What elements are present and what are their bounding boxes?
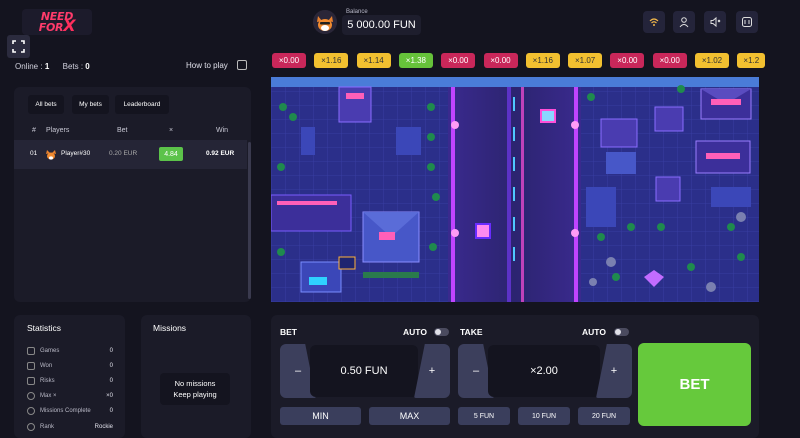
- row-num: 01: [30, 150, 38, 157]
- stat-max: Max × ×0: [27, 391, 113, 401]
- history-chip: ×0.00: [272, 53, 306, 68]
- user-icon: [679, 17, 689, 28]
- bet-amount-input[interactable]: 0.50 FUN: [310, 345, 418, 397]
- fullscreen-icon: [12, 40, 25, 53]
- min-button[interactable]: MIN: [280, 407, 361, 425]
- gamepad-icon: [27, 347, 35, 355]
- how-to-play-link[interactable]: How to play: [186, 61, 228, 70]
- city-scene: [271, 77, 759, 302]
- player-fox-icon: [46, 150, 56, 160]
- history-chip: ×1.2: [737, 53, 766, 68]
- history-chip: ×0.00: [483, 53, 518, 68]
- help-icon[interactable]: [237, 60, 247, 70]
- history-chip: ×0.00: [652, 53, 687, 68]
- history-chip: ×1.02: [695, 53, 729, 68]
- fullscreen-button[interactable]: [7, 35, 30, 58]
- quick-amount-10[interactable]: 10 FUN: [518, 407, 570, 425]
- history-chip: ×0.00: [441, 53, 476, 68]
- col-bet: Bet: [117, 127, 128, 134]
- sound-icon: [710, 16, 721, 28]
- quick-amount-5[interactable]: 5 FUN: [458, 407, 510, 425]
- history-chip: ×1.07: [568, 53, 603, 68]
- col-players: Players: [46, 127, 70, 134]
- tab-my-bets[interactable]: My bets: [72, 95, 109, 114]
- settings-icon: [742, 17, 752, 27]
- quick-amount-20[interactable]: 20 FUN: [578, 407, 630, 425]
- col-num: #: [32, 127, 36, 134]
- history-chip: ×1.16: [314, 53, 349, 68]
- col-mult: ×: [169, 127, 174, 134]
- row-mult-badge: 4.84: [159, 147, 183, 161]
- missions-empty-message: No missions Keep playing: [160, 373, 230, 405]
- history-chip: ×1.38: [398, 53, 433, 68]
- row-player: Player#30: [61, 150, 91, 157]
- history-chip: ×1.14: [356, 53, 391, 68]
- history-chip: ×1.16: [525, 53, 560, 68]
- wifi-button[interactable]: [643, 11, 665, 33]
- missions-title: Missions: [153, 323, 187, 333]
- col-win: Win: [216, 127, 229, 134]
- stat-rank: Rank Rockie: [27, 422, 113, 432]
- bolt-icon: [27, 377, 35, 385]
- check-icon: [27, 407, 35, 415]
- place-bet-button[interactable]: BET: [638, 343, 751, 426]
- gauge-icon: [27, 392, 35, 400]
- tab-leaderboard[interactable]: Leaderboard: [115, 95, 169, 114]
- avatar: [313, 10, 337, 34]
- scrollbar[interactable]: [248, 142, 251, 299]
- bets-panel: [14, 87, 251, 302]
- stat-risks: Risks 0: [27, 376, 113, 386]
- history-chip: ×0.00: [610, 53, 645, 68]
- take-label: TAKE: [460, 327, 483, 337]
- statistics-title: Statistics: [27, 323, 62, 333]
- trophy-icon: [27, 362, 35, 370]
- wifi-icon: [649, 18, 659, 26]
- fox-avatar-icon: [313, 10, 337, 34]
- tab-all-bets[interactable]: All bets: [28, 95, 64, 114]
- stat-missions: Missions Complete 0: [27, 406, 113, 416]
- balance-value: 5 000.00 FUN: [342, 15, 421, 35]
- bet-auto-label: AUTO: [403, 327, 427, 337]
- row-win: 0.92 EUR: [206, 150, 235, 157]
- bet-label: BET: [280, 327, 297, 337]
- game-logo: NEED FORX: [22, 9, 92, 35]
- take-multiplier-input[interactable]: ×2.00: [488, 345, 600, 397]
- max-button[interactable]: MAX: [369, 407, 450, 425]
- game-canvas: [271, 77, 759, 302]
- online-status: Online : 1 Bets : 0: [15, 62, 90, 71]
- take-auto-label: AUTO: [582, 327, 606, 337]
- stat-games: Games 0: [27, 346, 113, 356]
- stat-won: Won 0: [27, 361, 113, 371]
- sound-button[interactable]: [704, 11, 726, 33]
- profile-button[interactable]: [673, 11, 695, 33]
- rank-icon: [27, 423, 35, 431]
- bet-auto-toggle[interactable]: [434, 328, 449, 336]
- settings-button[interactable]: [736, 11, 758, 33]
- take-auto-toggle[interactable]: [614, 328, 629, 336]
- row-bet: 0.20 EUR: [109, 150, 138, 157]
